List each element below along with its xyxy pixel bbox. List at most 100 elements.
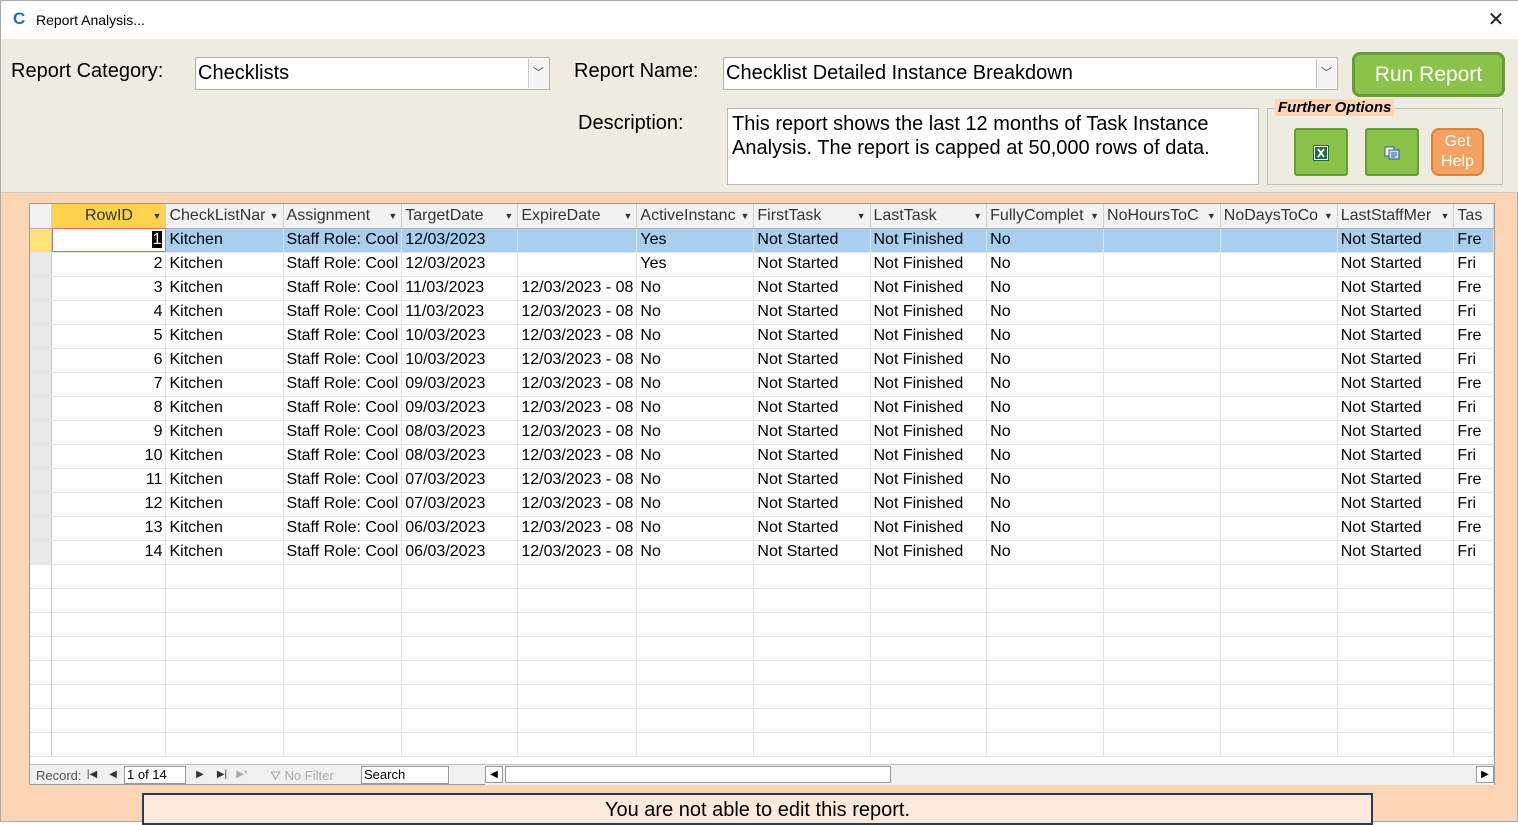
- table-cell[interactable]: Not Finished: [870, 516, 988, 541]
- table-cell[interactable]: Staff Role: Cool: [283, 276, 403, 301]
- table-cell[interactable]: No: [636, 348, 755, 373]
- table-row[interactable]: 6 Kitchen Staff Role: Cool 10/03/2023 12/03/…: [30, 348, 1494, 373]
- table-cell[interactable]: No: [986, 396, 1105, 421]
- table-cell[interactable]: 10/03/2023: [401, 324, 519, 349]
- sort-filter-dropdown-icon[interactable]: ▼: [388, 204, 397, 227]
- table-cell[interactable]: Fre: [1453, 276, 1494, 301]
- table-cell[interactable]: 1: [51, 228, 167, 253]
- sort-filter-dropdown-icon[interactable]: ▼: [740, 204, 749, 227]
- sort-filter-dropdown-icon[interactable]: ▼: [504, 204, 513, 227]
- column-header[interactable]: Assignment ▼: [283, 204, 403, 229]
- table-cell[interactable]: 12/03/2023 - 08: [517, 348, 638, 373]
- table-cell[interactable]: Kitchen: [165, 468, 284, 493]
- table-cell[interactable]: Not Started: [1337, 444, 1455, 469]
- row-selector[interactable]: [30, 300, 53, 325]
- table-cell[interactable]: [1103, 516, 1221, 541]
- table-row[interactable]: 1 Kitchen Staff Role: Cool 12/03/2023 Yes Not…: [30, 228, 1494, 253]
- table-cell[interactable]: [1103, 348, 1221, 373]
- table-cell[interactable]: 8: [51, 396, 167, 421]
- table-cell[interactable]: Not Started: [753, 420, 871, 445]
- table-cell[interactable]: Staff Role: Cool: [283, 468, 403, 493]
- table-cell[interactable]: Staff Role: Cool: [283, 540, 403, 565]
- table-cell[interactable]: 06/03/2023: [401, 516, 519, 541]
- chevron-down-icon[interactable]: ﹀: [1316, 59, 1336, 88]
- table-cell[interactable]: 12/03/2023 - 08: [517, 492, 638, 517]
- table-cell[interactable]: No: [636, 396, 755, 421]
- record-position-field[interactable]: 1 of 14: [124, 766, 186, 784]
- table-row[interactable]: 7 Kitchen Staff Role: Cool 09/03/2023 12/03/…: [30, 372, 1494, 397]
- table-cell[interactable]: Fri: [1453, 444, 1494, 469]
- scroll-left-icon[interactable]: ◀: [485, 766, 503, 783]
- row-selector[interactable]: [30, 252, 53, 277]
- table-row[interactable]: 3 Kitchen Staff Role: Cool 11/03/2023 12/03/…: [30, 276, 1494, 301]
- table-cell[interactable]: Not Started: [1337, 396, 1455, 421]
- table-cell[interactable]: Kitchen: [165, 276, 284, 301]
- table-cell[interactable]: Not Started: [1337, 492, 1455, 517]
- table-cell[interactable]: Staff Role: Cool: [283, 228, 403, 253]
- table-cell[interactable]: 12/03/2023 - 08: [517, 540, 638, 565]
- sort-filter-dropdown-icon[interactable]: ▼: [1090, 204, 1099, 227]
- select-all-corner[interactable]: [30, 204, 53, 229]
- table-cell[interactable]: Fre: [1453, 372, 1494, 397]
- last-record-icon[interactable]: ▶|: [215, 767, 229, 782]
- table-cell[interactable]: No: [986, 420, 1105, 445]
- table-row[interactable]: 9 Kitchen Staff Role: Cool 08/03/2023 12/03/…: [30, 420, 1494, 445]
- column-header[interactable]: NoDaysToCo ▼: [1220, 204, 1338, 229]
- table-cell[interactable]: 12/03/2023 - 08: [517, 324, 638, 349]
- sort-filter-dropdown-icon[interactable]: ▼: [153, 204, 162, 227]
- table-row[interactable]: 5 Kitchen Staff Role: Cool 10/03/2023 12/03/…: [30, 324, 1494, 349]
- sort-filter-dropdown-icon[interactable]: ▼: [1207, 204, 1216, 227]
- table-cell[interactable]: Not Started: [753, 276, 871, 301]
- table-cell[interactable]: Kitchen: [165, 228, 284, 253]
- table-cell[interactable]: [1103, 468, 1221, 493]
- table-cell[interactable]: 12/03/2023: [401, 228, 519, 253]
- table-cell[interactable]: [1220, 396, 1338, 421]
- table-cell[interactable]: Not Started: [1337, 228, 1455, 253]
- table-cell[interactable]: [1103, 420, 1221, 445]
- table-cell[interactable]: No: [636, 516, 755, 541]
- search-input[interactable]: Search: [361, 766, 449, 784]
- table-row[interactable]: 11 Kitchen Staff Role: Cool 07/03/2023 12/03…: [30, 468, 1494, 493]
- table-cell[interactable]: Kitchen: [165, 372, 284, 397]
- table-cell[interactable]: 12/03/2023: [401, 252, 519, 277]
- table-cell[interactable]: No: [636, 324, 755, 349]
- table-cell[interactable]: 12/03/2023 - 08: [517, 372, 638, 397]
- table-cell[interactable]: Not Finished: [870, 540, 988, 565]
- row-selector[interactable]: [30, 444, 53, 469]
- table-cell[interactable]: No: [986, 324, 1105, 349]
- table-cell[interactable]: 12: [51, 492, 167, 517]
- column-header[interactable]: FullyComplet ▼: [986, 204, 1105, 229]
- table-cell[interactable]: Not Started: [1337, 516, 1455, 541]
- table-cell[interactable]: Not Started: [753, 468, 871, 493]
- export-excel-button[interactable]: [1294, 128, 1348, 176]
- table-row[interactable]: 13 Kitchen Staff Role: Cool 06/03/2023 12/03…: [30, 516, 1494, 541]
- table-cell[interactable]: No: [636, 420, 755, 445]
- sort-filter-dropdown-icon[interactable]: ▼: [857, 204, 866, 227]
- table-cell[interactable]: [1103, 372, 1221, 397]
- table-cell[interactable]: [1103, 252, 1221, 277]
- table-cell[interactable]: Fri: [1453, 252, 1494, 277]
- table-cell[interactable]: Kitchen: [165, 540, 284, 565]
- table-cell[interactable]: 09/03/2023: [401, 396, 519, 421]
- table-cell[interactable]: Not Started: [1337, 300, 1455, 325]
- table-cell[interactable]: [1220, 228, 1338, 253]
- first-record-icon[interactable]: |◀: [85, 767, 99, 782]
- row-selector[interactable]: [30, 420, 53, 445]
- table-cell[interactable]: 2: [51, 252, 167, 277]
- table-cell[interactable]: Not Finished: [870, 444, 988, 469]
- table-cell[interactable]: [1220, 540, 1338, 565]
- table-cell[interactable]: No: [986, 516, 1105, 541]
- table-cell[interactable]: Not Finished: [870, 300, 988, 325]
- row-selector[interactable]: [30, 492, 53, 517]
- table-cell[interactable]: Staff Role: Cool: [283, 516, 403, 541]
- table-cell[interactable]: 12/03/2023 - 08: [517, 300, 638, 325]
- table-cell[interactable]: Not Started: [753, 540, 871, 565]
- column-header[interactable]: TargetDate ▼: [401, 204, 519, 229]
- table-cell[interactable]: Not Started: [1337, 252, 1455, 277]
- table-cell[interactable]: Staff Role: Cool: [283, 300, 403, 325]
- table-row[interactable]: 12 Kitchen Staff Role: Cool 07/03/2023 12/03…: [30, 492, 1494, 517]
- table-cell[interactable]: Staff Role: Cool: [283, 348, 403, 373]
- column-header[interactable]: NoHoursToC ▼: [1103, 204, 1221, 229]
- table-cell[interactable]: 06/03/2023: [401, 540, 519, 565]
- table-cell[interactable]: No: [636, 372, 755, 397]
